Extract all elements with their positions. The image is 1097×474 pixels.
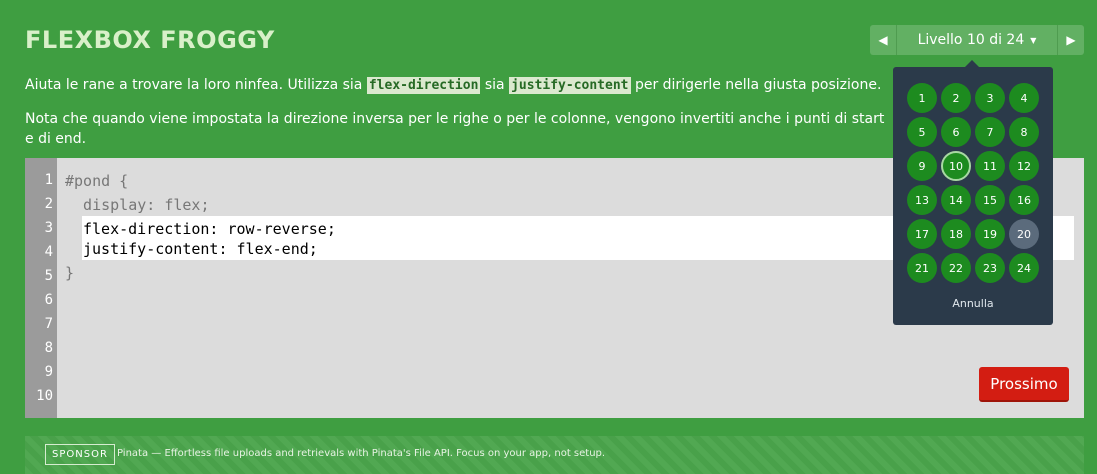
previous-level-button[interactable]: ◀ bbox=[870, 25, 897, 55]
triangle-left-icon: ◀ bbox=[878, 33, 888, 47]
code-line-closing-brace: } bbox=[65, 264, 75, 282]
triangle-right-icon: ▶ bbox=[1066, 33, 1076, 47]
level-button-18[interactable]: 18 bbox=[941, 219, 971, 249]
level-dropdown-toggle[interactable]: Livello 10 di 24 ▼ bbox=[897, 25, 1057, 55]
level-button-19[interactable]: 19 bbox=[975, 219, 1005, 249]
line-number-gutter: 1 2 3 4 5 6 7 8 9 10 bbox=[25, 158, 57, 418]
line-number: 3 bbox=[44, 220, 53, 236]
level-button-1[interactable]: 1 bbox=[907, 83, 937, 113]
cancel-link[interactable]: Annulla bbox=[893, 297, 1053, 310]
caret-down-icon: ▼ bbox=[1030, 35, 1037, 45]
level-button-24[interactable]: 24 bbox=[1009, 253, 1039, 283]
code-keyword-flex-direction: flex-direction bbox=[366, 77, 481, 94]
level-button-12[interactable]: 12 bbox=[1009, 151, 1039, 181]
sponsor-text[interactable]: Pinata — Effortless file uploads and ret… bbox=[117, 448, 605, 459]
level-button-16[interactable]: 16 bbox=[1009, 185, 1039, 215]
instructions-text: sia bbox=[480, 77, 510, 93]
level-button-21[interactable]: 21 bbox=[907, 253, 937, 283]
level-indicator: Livello 10 di 24 bbox=[917, 32, 1025, 48]
next-level-button[interactable]: ▶ bbox=[1057, 25, 1084, 55]
level-button-8[interactable]: 8 bbox=[1009, 117, 1039, 147]
line-number: 2 bbox=[44, 196, 53, 212]
level-button-3[interactable]: 3 bbox=[975, 83, 1005, 113]
level-button-10[interactable]: 10 bbox=[941, 151, 971, 181]
code-keyword-justify-content: justify-content bbox=[509, 77, 631, 94]
level-button-17[interactable]: 17 bbox=[907, 219, 937, 249]
line-number: 7 bbox=[44, 316, 53, 332]
code-line-display: display: flex; bbox=[65, 196, 210, 214]
next-button[interactable]: Prossimo bbox=[979, 367, 1069, 402]
input-line-justify-content: justify-content: flex-end; bbox=[83, 240, 318, 258]
level-button-6[interactable]: 6 bbox=[941, 117, 971, 147]
line-number: 4 bbox=[44, 244, 53, 260]
level-button-22[interactable]: 22 bbox=[941, 253, 971, 283]
level-button-20[interactable]: 20 bbox=[1009, 219, 1039, 249]
instructions-text: Aiuta le rane a trovare la loro ninfea. … bbox=[25, 77, 367, 93]
level-button-13[interactable]: 13 bbox=[907, 185, 937, 215]
line-number: 10 bbox=[36, 388, 53, 404]
level-grid: 1 2 3 4 5 6 7 8 9 10 11 12 13 14 15 16 17 18 19 20 21 22 23 24 bbox=[905, 81, 1041, 285]
level-button-7[interactable]: 7 bbox=[975, 117, 1005, 147]
level-button-2[interactable]: 2 bbox=[941, 83, 971, 113]
sponsor-badge: SPONSOR bbox=[45, 444, 115, 465]
line-number: 6 bbox=[44, 292, 53, 308]
instructions-paragraph-1: Aiuta le rane a trovare la loro ninfea. … bbox=[25, 75, 885, 96]
sponsor-banner[interactable]: SPONSOR Pinata — Effortless file uploads… bbox=[25, 436, 1084, 474]
instructions-paragraph-2: Nota che quando viene impostata la direz… bbox=[25, 111, 885, 147]
level-button-15[interactable]: 15 bbox=[975, 185, 1005, 215]
line-number: 8 bbox=[44, 340, 53, 356]
level-dropdown: 1 2 3 4 5 6 7 8 9 10 11 12 13 14 15 16 17 18 19 20 21 22 23 24 … bbox=[893, 60, 1053, 325]
code-line-selector: #pond { bbox=[65, 172, 129, 190]
level-button-23[interactable]: 23 bbox=[975, 253, 1005, 283]
line-number: 9 bbox=[44, 364, 53, 380]
app-title: FLEXBOX FROGGY bbox=[25, 26, 275, 54]
level-button-4[interactable]: 4 bbox=[1009, 83, 1039, 113]
level-navigator: ◀ Livello 10 di 24 ▼ ▶ bbox=[870, 25, 1084, 55]
level-button-14[interactable]: 14 bbox=[941, 185, 971, 215]
line-number: 5 bbox=[44, 268, 53, 284]
level-button-5[interactable]: 5 bbox=[907, 117, 937, 147]
level-button-11[interactable]: 11 bbox=[975, 151, 1005, 181]
instructions-text: per dirigerle nella giusta posizione. bbox=[630, 77, 882, 93]
level-button-9[interactable]: 9 bbox=[907, 151, 937, 181]
input-line-flex-direction: flex-direction: row-reverse; bbox=[83, 220, 336, 238]
line-number: 1 bbox=[44, 172, 53, 188]
